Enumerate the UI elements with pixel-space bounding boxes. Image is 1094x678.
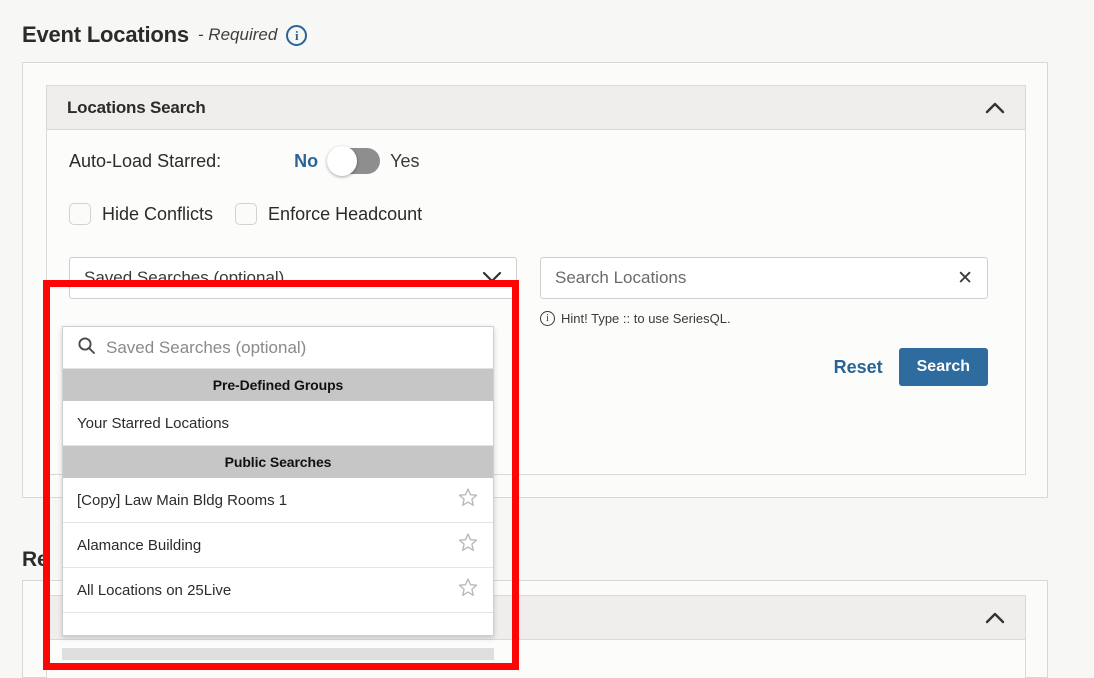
list-item-label: Alamance Building	[77, 536, 202, 554]
list-item-label: All Locations on 25Live	[77, 581, 232, 599]
seriesql-hint-text: Hint! Type :: to use SeriesQL.	[561, 311, 731, 326]
dropdown-search-placeholder: Saved Searches (optional)	[106, 337, 307, 357]
dropdown-search-input[interactable]: Saved Searches (optional)	[63, 327, 493, 369]
saved-searches-column: Saved Searches (optional)	[69, 257, 517, 299]
chevron-up-icon[interactable]	[985, 98, 1005, 118]
page-title: Event Locations - Required i	[22, 22, 308, 48]
dropdown-scroll-strip[interactable]	[62, 648, 494, 660]
checkbox-box[interactable]	[69, 203, 91, 225]
star-outline-icon[interactable]	[457, 532, 479, 558]
search-locations-input[interactable]: Search Locations ✕	[540, 257, 988, 299]
filter-checkbox-row: Hide Conflicts Enforce Headcount	[69, 203, 422, 225]
locations-search-title: Locations Search	[67, 97, 206, 117]
saved-searches-select[interactable]: Saved Searches (optional)	[69, 257, 517, 299]
list-item-label: Your Starred Locations	[77, 414, 230, 432]
dropdown-group-header-pre-defined: Pre-Defined Groups	[63, 369, 493, 401]
required-note: - Required	[197, 25, 278, 44]
star-outline-icon[interactable]	[457, 577, 479, 603]
magnifier-icon	[77, 336, 96, 360]
page-title-text: Event Locations	[22, 22, 189, 47]
dropdown-item-your-starred-locations[interactable]: Your Starred Locations	[63, 401, 493, 446]
screen-root: Event Locations - Required i Locations S…	[0, 0, 1094, 678]
toggle-on-label[interactable]: Yes	[390, 151, 419, 172]
auto-load-starred-label: Auto-Load Starred:	[69, 150, 222, 171]
auto-load-toggle-group: No Yes	[294, 146, 419, 176]
results-section-heading: Re	[22, 548, 49, 571]
auto-load-starred-toggle[interactable]	[327, 146, 381, 176]
locations-search-header[interactable]: Locations Search	[47, 86, 1025, 130]
chevron-down-icon[interactable]	[482, 269, 502, 288]
toggle-knob	[327, 146, 358, 176]
star-outline-icon[interactable]	[457, 487, 479, 513]
close-x-icon[interactable]: ✕	[957, 269, 973, 288]
search-actions: Reset Search	[540, 348, 988, 386]
reset-button[interactable]: Reset	[832, 353, 885, 382]
saved-searches-value: Saved Searches (optional)	[84, 268, 285, 287]
info-circle-icon[interactable]: i	[286, 24, 308, 46]
info-circle-icon: i	[540, 311, 555, 326]
search-button[interactable]: Search	[898, 348, 988, 386]
enforce-headcount-label: Enforce Headcount	[268, 203, 423, 224]
saved-searches-dropdown[interactable]: Saved Searches (optional) Pre-Defined Gr…	[62, 326, 494, 636]
toggle-off-label[interactable]: No	[294, 151, 318, 172]
auto-load-starred-row: Auto-Load Starred: No Yes	[69, 146, 419, 176]
checkbox-box[interactable]	[235, 203, 258, 225]
dropdown-group-header-public-searches: Public Searches	[63, 446, 493, 478]
dropdown-item-partial[interactable]	[63, 613, 493, 635]
search-locations-placeholder: Search Locations	[555, 268, 687, 287]
enforce-headcount-checkbox[interactable]: Enforce Headcount	[235, 203, 422, 225]
hide-conflicts-label: Hide Conflicts	[102, 203, 214, 224]
list-item-label: [Copy] Law Main Bldg Rooms 1	[77, 491, 288, 509]
seriesql-hint: i Hint! Type :: to use SeriesQL.	[540, 311, 988, 326]
search-locations-column: Search Locations ✕ i Hint! Type :: to us…	[540, 257, 988, 386]
dropdown-item-alamance-building[interactable]: Alamance Building	[63, 523, 493, 568]
chevron-up-icon[interactable]	[985, 608, 1005, 628]
hide-conflicts-checkbox[interactable]: Hide Conflicts	[69, 203, 213, 225]
dropdown-item-all-locations-on-25live[interactable]: All Locations on 25Live	[63, 568, 493, 613]
dropdown-item-law-main-bldg-rooms-1[interactable]: [Copy] Law Main Bldg Rooms 1	[63, 478, 493, 523]
